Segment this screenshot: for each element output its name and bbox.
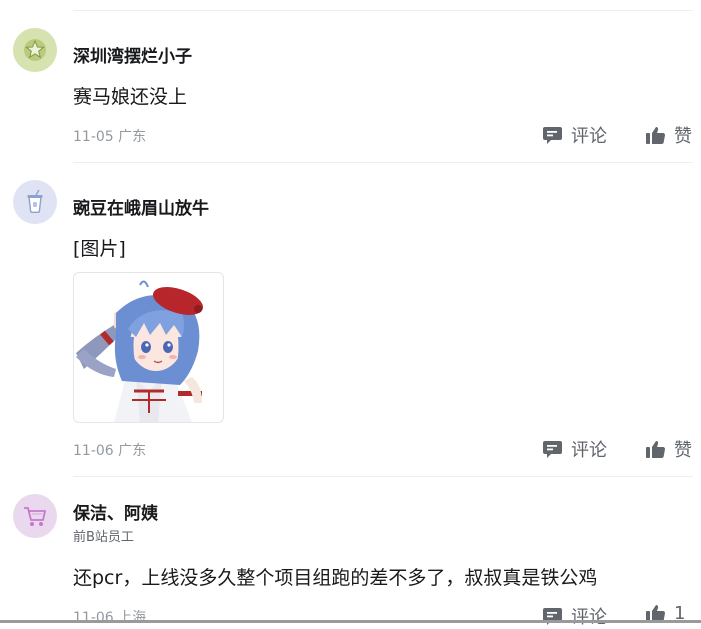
comment-meta: 11-05 广东 xyxy=(73,126,146,146)
star-badge-icon xyxy=(24,39,46,61)
avatar[interactable] xyxy=(13,180,57,224)
user-title: 前B站员工 xyxy=(73,530,134,545)
anime-girl-salute-sticker xyxy=(76,280,204,422)
comment-meta: 11-06 上海 xyxy=(73,607,146,627)
avatar[interactable] xyxy=(13,28,57,72)
username[interactable]: 保洁、阿姨 xyxy=(73,499,158,524)
drink-cup-icon xyxy=(27,189,43,213)
comment-location: 广东 xyxy=(118,443,147,459)
comment-date: 11-06 xyxy=(73,610,114,626)
like-button[interactable]: 赞 xyxy=(645,122,692,148)
comment-meta: 11-06 广东 xyxy=(73,440,146,460)
comment-text: 还pcr，上线没多久整个项目组跑的差不多了，叔叔真是铁公鸡 xyxy=(73,567,598,589)
comment-location: 上海 xyxy=(118,610,147,626)
comment-divider xyxy=(73,476,693,477)
comment-text: 赛马娘还没上 xyxy=(73,86,188,108)
comment-icon xyxy=(543,607,562,625)
like-label: 赞 xyxy=(674,126,692,147)
comment-image[interactable] xyxy=(73,272,224,423)
username[interactable]: 深圳湾摆烂小子 xyxy=(73,42,192,67)
like-label: 赞 xyxy=(674,440,692,461)
reply-button[interactable]: 评论 xyxy=(542,122,607,148)
avatar[interactable] xyxy=(13,494,57,538)
reply-button[interactable]: 评论 xyxy=(542,436,607,462)
top-divider xyxy=(73,10,693,11)
comment-icon xyxy=(543,126,562,144)
comment-text: [图片] xyxy=(73,238,126,260)
reply-label: 评论 xyxy=(571,607,607,628)
like-button[interactable]: 赞 xyxy=(645,436,692,462)
thumbs-up-icon xyxy=(646,126,666,144)
comment-date: 11-05 xyxy=(73,129,114,145)
comment-location: 广东 xyxy=(118,129,147,145)
comment-date: 11-06 xyxy=(73,443,114,459)
thumbs-up-icon xyxy=(646,440,666,458)
reply-label: 评论 xyxy=(571,126,607,147)
shopping-cart-icon xyxy=(24,507,46,526)
username[interactable]: 豌豆在峨眉山放牛 xyxy=(73,194,209,219)
reply-label: 评论 xyxy=(571,440,607,461)
comment-icon xyxy=(543,440,562,458)
reply-button[interactable]: 评论 xyxy=(542,603,607,629)
comment-divider xyxy=(73,162,693,163)
